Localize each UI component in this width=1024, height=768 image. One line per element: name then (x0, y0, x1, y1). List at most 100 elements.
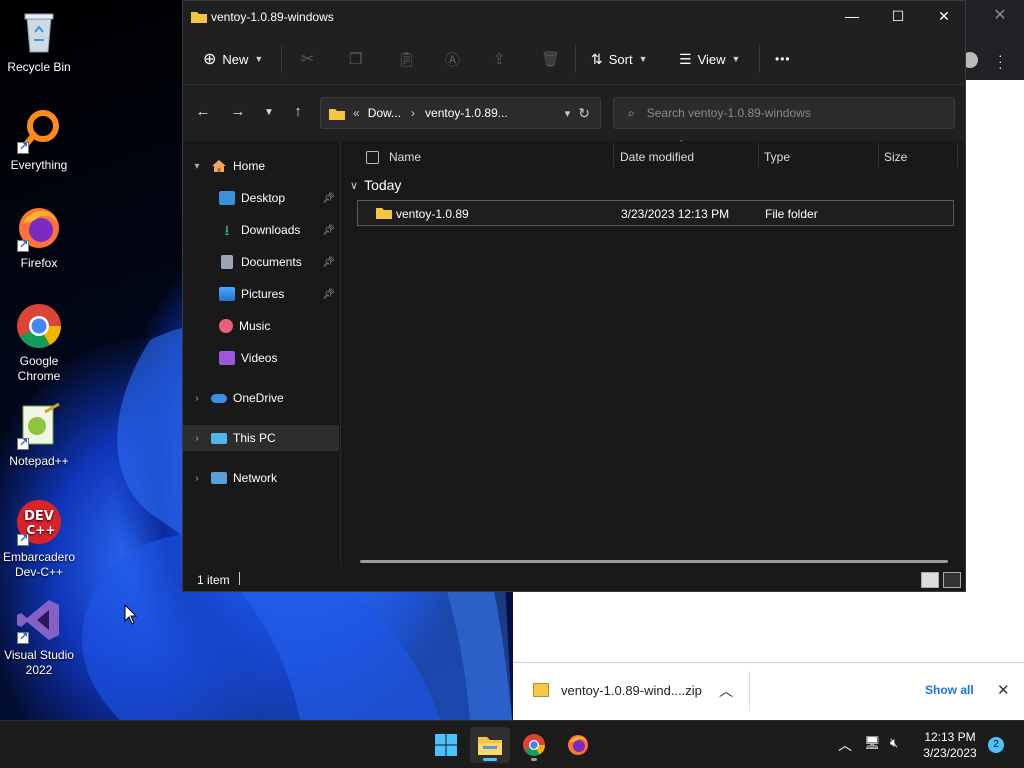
copy-button[interactable]: ❐ (349, 48, 362, 70)
start-button[interactable] (426, 727, 466, 763)
show-all-link[interactable]: Show all (925, 683, 974, 697)
back-arrow-icon[interactable]: ← (193, 103, 213, 120)
view-button[interactable]: ☰ View ▼ (679, 48, 740, 70)
column-header-name[interactable]: Name (366, 145, 421, 169)
zip-file-icon (533, 683, 549, 697)
notification-badge[interactable]: 2 (988, 737, 1004, 753)
shortcut-arrow-icon (17, 532, 29, 547)
column-header-size[interactable]: Size (884, 145, 907, 169)
chevron-up-icon[interactable]: ︿ (719, 681, 733, 701)
maximize-button[interactable]: ☐ (875, 5, 921, 29)
sidebar-item-network[interactable]: › Network (183, 465, 339, 491)
chevron-down-icon: ▼ (731, 54, 741, 64)
more-options-button[interactable]: ••• (775, 48, 791, 70)
sidebar-item-music[interactable]: Music (183, 313, 339, 339)
sort-button[interactable]: ⇅ Sort ▼ (591, 48, 648, 70)
chevron-down-icon[interactable]: ▾ (183, 161, 211, 172)
chrome-icon (15, 302, 63, 350)
breadcrumb-segment[interactable]: Dow... (368, 106, 401, 120)
address-dropdown-chevron-icon[interactable]: ▾ (565, 107, 571, 120)
column-divider[interactable] (758, 143, 759, 167)
chevron-right-icon[interactable]: › (183, 433, 211, 444)
desktop-icon-firefox[interactable]: Firefox (0, 204, 78, 271)
share-button[interactable]: ⇪ (493, 48, 506, 70)
copy-icon: ❐ (349, 51, 363, 68)
column-divider[interactable] (613, 143, 614, 167)
desktop-icon-dev-cpp[interactable]: DEVC++ Embarcadero Dev-C++ (0, 498, 78, 580)
download-item[interactable]: ventoy-1.0.89-wind....zip (533, 683, 702, 698)
recent-locations-chevron-icon[interactable]: ▼ (259, 107, 279, 118)
file-name: ventoy-1.0.89 (396, 207, 469, 221)
select-all-checkbox[interactable] (366, 150, 379, 164)
sidebar-item-documents[interactable]: Documents 📌︎ (183, 249, 339, 275)
chevron-down-icon: ▼ (638, 54, 648, 64)
title-bar[interactable]: ventoy-1.0.89-windows — ☐ ✕ (183, 1, 965, 33)
taskbar-chrome[interactable] (514, 727, 554, 763)
svg-text:DEV: DEV (24, 509, 54, 524)
column-header-type[interactable]: Type (764, 145, 790, 169)
refresh-icon[interactable]: ↻ (578, 105, 590, 122)
desktop-icon-recycle-bin[interactable]: Recycle Bin (0, 8, 78, 75)
desktop-icon-google-chrome[interactable]: Google Chrome (0, 302, 78, 384)
browser-close-icon[interactable]: ✕ (990, 5, 1010, 25)
sidebar-item-downloads[interactable]: ⭳ Downloads 📌︎ (183, 217, 339, 243)
table-row[interactable]: ventoy-1.0.89 3/23/2023 12:13 PM File fo… (357, 200, 954, 226)
volume-muted-icon[interactable]: 🔇︎ (890, 735, 898, 751)
running-indicator (531, 758, 537, 761)
sidebar-item-home[interactable]: ▾ Home (183, 153, 339, 179)
address-overflow[interactable]: « (353, 106, 360, 120)
notepad-plus-plus-icon (15, 402, 63, 451)
minimize-button[interactable]: — (829, 5, 875, 29)
group-header-today[interactable]: ∨ Today (350, 177, 401, 193)
sidebar-item-pictures[interactable]: Pictures 📌︎ (183, 281, 339, 307)
forward-arrow-icon[interactable]: → (228, 103, 248, 120)
pin-icon[interactable]: 📌︎ (322, 257, 335, 268)
divider (749, 671, 750, 711)
desktop-icon-everything[interactable]: Everything (0, 106, 78, 173)
sidebar-item-desktop[interactable]: Desktop 📌︎ (183, 185, 339, 211)
pin-icon[interactable]: 📌︎ (322, 193, 335, 204)
chevron-right-icon[interactable]: › (183, 393, 211, 404)
close-button[interactable]: ✕ (921, 5, 967, 29)
sort-arrows-icon: ⇅ (591, 50, 603, 67)
sidebar-item-label: Music (239, 319, 271, 333)
paste-button[interactable]: 📋︎ (397, 48, 416, 70)
new-button[interactable]: ⊕ New ▼ (203, 48, 263, 70)
shortcut-arrow-icon (17, 140, 29, 155)
horizontal-scrollbar[interactable] (360, 560, 948, 563)
show-hidden-icons-chevron[interactable]: ︿ (838, 735, 852, 755)
file-date-modified: 3/23/2023 12:13 PM (621, 207, 730, 221)
desktop-icon-notepad-plus-plus[interactable]: Notepad++ (0, 402, 78, 469)
details-view-icon[interactable] (921, 572, 939, 588)
window-title: ventoy-1.0.89-windows (211, 10, 334, 24)
close-icon[interactable]: ✕ (997, 681, 1010, 699)
system-clock[interactable]: 12:13 PM 3/23/2023 (915, 729, 985, 761)
desktop-icon-visual-studio[interactable]: Visual Studio 2022 (0, 596, 78, 678)
file-explorer-window: ventoy-1.0.89-windows — ☐ ✕ ⊕ New ▼ ✂ ❐ … (182, 0, 966, 592)
file-list-pane: Name Date modified ˇ Type Size ∨ Today v… (342, 139, 965, 566)
sidebar-item-videos[interactable]: Videos (183, 345, 339, 371)
network-status-icon[interactable]: 🖥︎ (864, 735, 881, 751)
column-divider[interactable] (878, 143, 879, 167)
taskbar-file-explorer[interactable] (470, 727, 510, 763)
active-indicator (483, 758, 497, 761)
desktop-icon (219, 191, 235, 205)
chevron-right-icon[interactable]: › (183, 473, 211, 484)
address-bar[interactable]: « Dow... › ventoy-1.0.89... ▾ ↻ (320, 97, 601, 129)
rename-button[interactable]: Ⓐ (445, 48, 460, 70)
large-icons-view-icon[interactable] (943, 572, 961, 588)
divider (239, 572, 240, 585)
sidebar-item-this-pc[interactable]: › This PC (183, 425, 339, 451)
search-box[interactable]: ⌕ Search ventoy-1.0.89-windows (613, 97, 955, 129)
pin-icon[interactable]: 📌︎ (322, 289, 335, 300)
pin-icon[interactable]: 📌︎ (322, 225, 335, 236)
cut-button[interactable]: ✂ (301, 48, 314, 70)
desktop-icon-label: Everything (10, 158, 68, 172)
column-divider[interactable] (957, 143, 958, 167)
sidebar-item-onedrive[interactable]: › OneDrive (183, 385, 339, 411)
taskbar-firefox[interactable] (558, 727, 598, 763)
up-arrow-icon[interactable]: ↑ (288, 103, 308, 120)
browser-menu-icon[interactable]: · · · (998, 48, 1003, 74)
delete-button[interactable]: 🗑︎ (541, 48, 560, 70)
breadcrumb-segment[interactable]: ventoy-1.0.89... (425, 106, 508, 120)
